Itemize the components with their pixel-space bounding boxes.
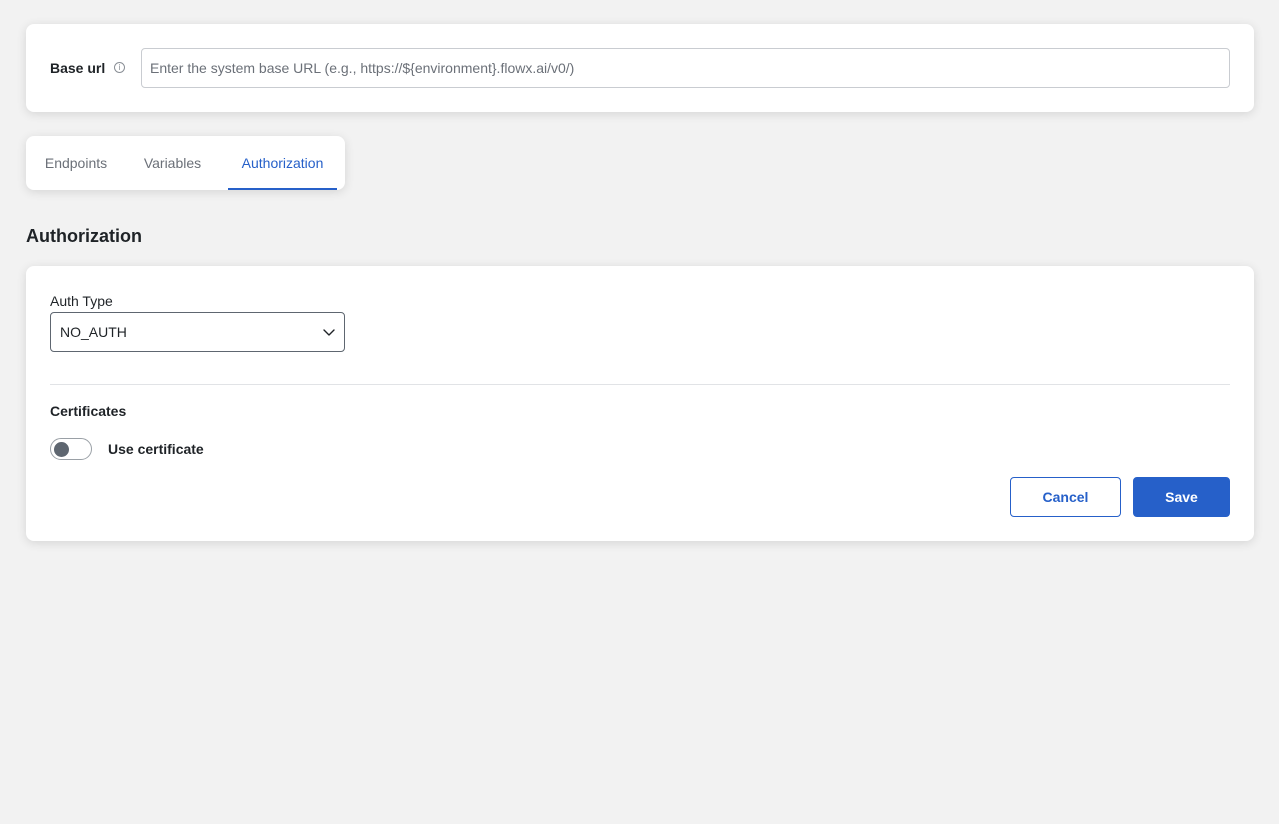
base-url-label: Base url (50, 60, 106, 76)
tab-bar: Endpoints Variables Authorization (26, 136, 345, 190)
tab-variables[interactable]: Variables (141, 136, 204, 190)
authorization-card: Auth Type NO_AUTH Certificates Use certi… (26, 266, 1254, 541)
toggle-knob (54, 442, 69, 457)
base-url-card: Base url i (26, 24, 1254, 112)
cancel-button[interactable]: Cancel (1010, 477, 1121, 517)
section-title: Authorization (26, 226, 142, 246)
tab-authorization[interactable]: Authorization (228, 136, 337, 190)
chevron-down-icon (323, 329, 335, 336)
tab-endpoints[interactable]: Endpoints (42, 136, 110, 190)
certificates-label: Certificates (50, 403, 127, 419)
base-url-input[interactable] (141, 48, 1230, 88)
auth-type-select[interactable]: NO_AUTH (50, 312, 345, 352)
auth-type-label: Auth Type (50, 293, 113, 309)
divider (50, 384, 1230, 385)
auth-type-value: NO_AUTH (60, 324, 127, 340)
save-button[interactable]: Save (1133, 477, 1230, 517)
info-icon[interactable]: i (114, 62, 125, 73)
use-certificate-toggle[interactable] (50, 438, 92, 460)
use-certificate-label: Use certificate (108, 441, 204, 457)
